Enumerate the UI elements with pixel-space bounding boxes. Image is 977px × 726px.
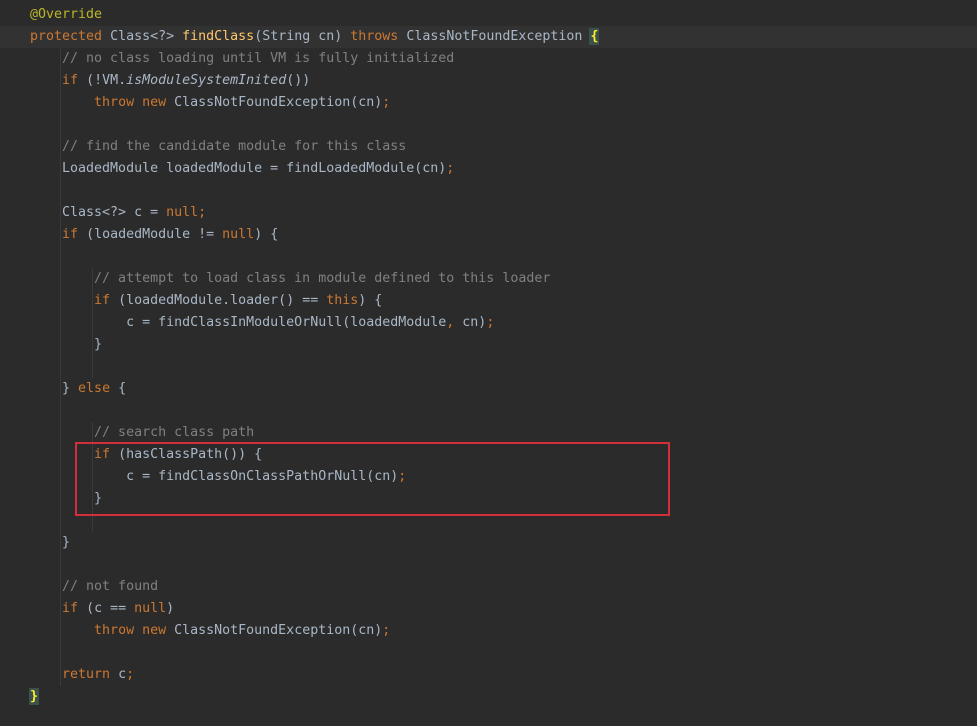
code-token: (!VM. [86,73,127,88]
code-line[interactable] [0,114,977,136]
code-line[interactable]: c = findClassOnClassPathOrNull(cn); [0,466,977,488]
code-line[interactable] [0,400,977,422]
code-token: { [589,28,600,45]
code-token: (loadedModule.loader() == [118,293,327,308]
code-token: ClassNotFoundException(cn) [174,623,383,638]
code-line[interactable]: throw new ClassNotFoundException(cn); [0,620,977,642]
code-token: ; [382,95,391,110]
code-token: if [62,601,87,616]
code-line[interactable]: // search class path [0,422,977,444]
code-token: } [30,381,79,396]
code-token: } [30,491,103,506]
code-line[interactable]: if (loadedModule != null) { [0,224,977,246]
code-token: findClass [182,29,255,44]
code-token: // attempt to load class in module defin… [30,271,551,286]
code-line[interactable]: throw new ClassNotFoundException(cn); [0,92,977,114]
code-token: if [62,227,87,242]
code-token: cn) [462,315,487,330]
code-token: protected [30,29,111,44]
code-token: ; [486,315,495,330]
code-line[interactable]: } else { [0,378,977,400]
code-token: c = findClassOnClassPathOrNull(cn) [30,469,399,484]
code-token: if [94,293,119,308]
code-line[interactable]: // no class loading until VM is fully in… [0,48,977,70]
code-line[interactable]: } [0,686,977,708]
code-token: if [94,447,119,462]
code-line[interactable]: } [0,334,977,356]
code-token: ; [446,161,455,176]
code-token: throws [350,29,407,44]
code-line[interactable]: protected Class<?> findClass(String cn) … [0,26,977,48]
code-line[interactable]: c = findClassInModuleOrNull(loadedModule… [0,312,977,334]
code-line[interactable]: if (hasClassPath()) { [0,444,977,466]
code-token: return [62,667,119,682]
code-token: (String cn) [254,29,351,44]
code-token: ClassNotFoundException(cn) [174,95,383,110]
code-token: ClassNotFoundException [406,29,591,44]
code-token: ; [382,623,391,638]
code-token: null; [166,205,207,220]
code-token: ) { [358,293,383,308]
code-token: null [222,227,255,242]
code-line[interactable]: Class<?> c = null; [0,202,977,224]
code-token: , [446,315,463,330]
code-line[interactable]: } [0,488,977,510]
code-editor[interactable]: @Override protected Class<?> findClass(St… [0,0,977,726]
code-line[interactable]: @Override [0,4,977,26]
code-line[interactable]: // not found [0,576,977,598]
code-token: @Override [30,7,103,22]
code-line[interactable] [0,554,977,576]
code-line[interactable]: if (c == null) [0,598,977,620]
code-line[interactable] [0,642,977,664]
code-line[interactable]: // attempt to load class in module defin… [0,268,977,290]
code-token: Class<?> c = [30,205,167,220]
code-token: isModuleSystemInited [126,73,287,88]
code-line[interactable] [0,246,977,268]
code-token: // search class path [30,425,255,440]
code-token: this [326,293,359,308]
code-token: if [62,73,87,88]
code-token: null [134,601,167,616]
code-token: ()) [286,73,311,88]
code-token: { [118,381,127,396]
code-token: // no class loading until VM is fully in… [30,51,455,66]
code-token: (c == [86,601,135,616]
code-token: ) { [254,227,279,242]
code-token: // find the candidate module for this cl… [30,139,407,154]
code-token: c = findClassInModuleOrNull(loadedModule [30,315,447,330]
code-line[interactable]: } [0,532,977,554]
code-line[interactable]: if (!VM.isModuleSystemInited()) [0,70,977,92]
code-token: (hasClassPath()) { [118,447,263,462]
code-token: ; [126,667,135,682]
code-line[interactable]: // find the candidate module for this cl… [0,136,977,158]
code-token: throw new [94,95,175,110]
code-line[interactable] [0,510,977,532]
code-line[interactable]: return c; [0,664,977,686]
code-line[interactable]: LoadedModule loadedModule = findLoadedMo… [0,158,977,180]
code-token: ; [398,469,407,484]
code-line[interactable] [0,180,977,202]
code-token: else [78,381,119,396]
code-token: (loadedModule != [86,227,223,242]
code-token: throw new [94,623,175,638]
code-line[interactable] [0,356,977,378]
code-token: } [28,688,40,705]
code-token: Class<?> [110,29,183,44]
code-token: } [30,337,103,352]
code-line[interactable]: if (loadedModule.loader() == this) { [0,290,977,312]
code-token: LoadedModule loadedModule = findLoadedMo… [30,161,447,176]
code-token: c [118,667,127,682]
code-token: ) [166,601,175,616]
code-token: } [30,535,71,550]
code-token: // not found [30,579,159,594]
